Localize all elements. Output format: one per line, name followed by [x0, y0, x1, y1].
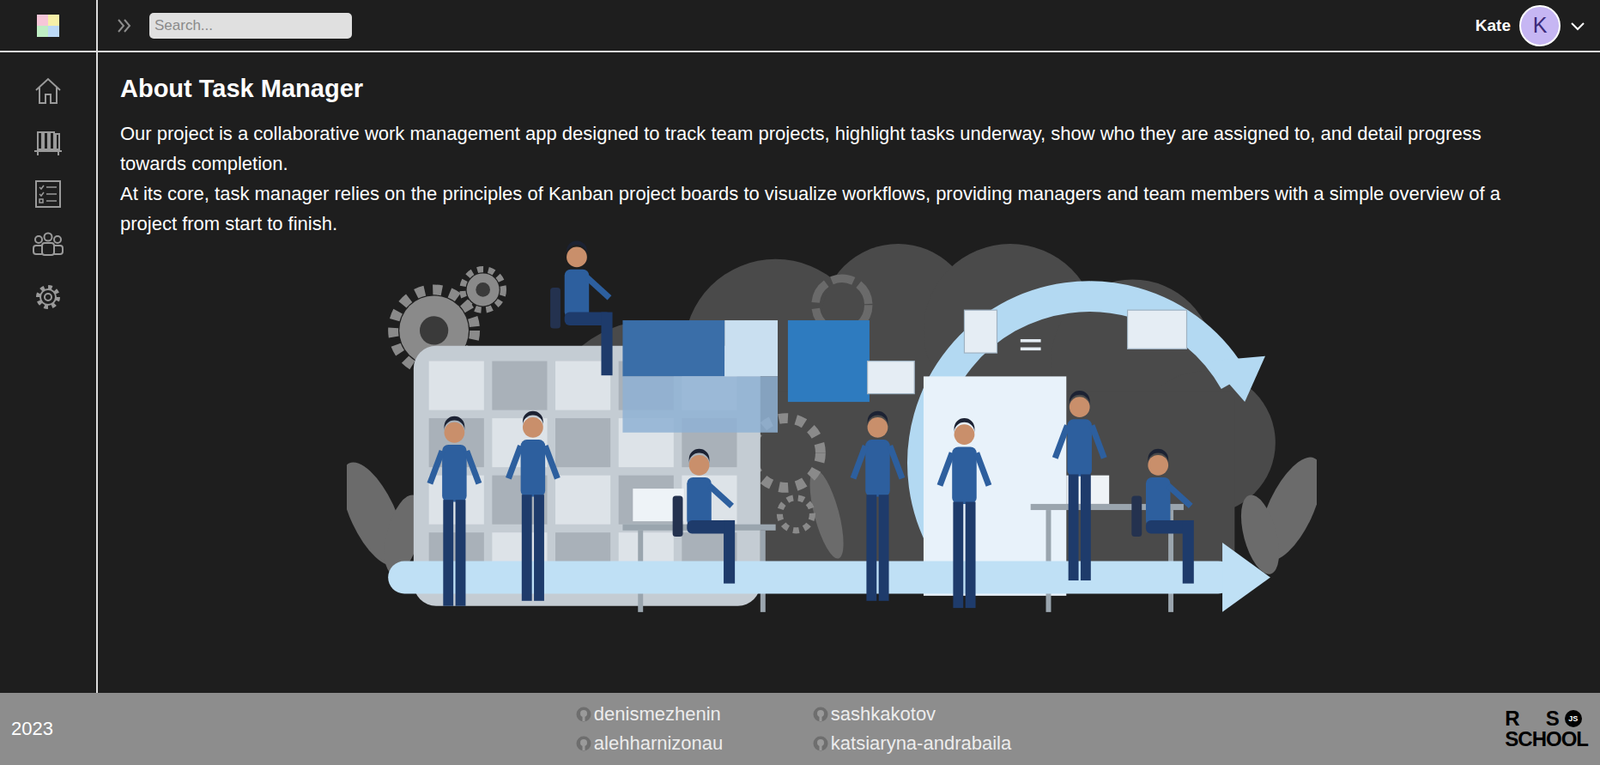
about-paragraph: At its core, task manager relies on the …	[120, 178, 1520, 239]
footer-year: 2023	[11, 717, 594, 740]
github-link[interactable]: alehharnizonau	[575, 732, 813, 755]
seated-person-figure	[550, 240, 613, 376]
person-figure	[853, 411, 903, 601]
user-name: Kate	[1475, 16, 1511, 36]
teamwork-illustration	[346, 238, 1317, 619]
contributor-name: katsiaryna-andrabaila	[830, 732, 1012, 755]
contributor-name: sashkakotov	[830, 703, 936, 726]
github-icon	[575, 706, 592, 722]
illustration-area	[120, 238, 1578, 619]
app-logo-icon[interactable]	[36, 13, 61, 38]
blue-panels	[622, 320, 870, 433]
github-icon	[575, 735, 592, 752]
page-title: About Task Manager	[120, 74, 1578, 104]
top-bar: Kate K	[0, 0, 1600, 53]
screen-cards	[867, 309, 1188, 394]
bookshelf-icon[interactable]	[32, 127, 64, 158]
about-content: About Task Manager Our project is a colla…	[97, 52, 1600, 693]
team-icon[interactable]	[31, 230, 65, 261]
sidebar	[0, 52, 98, 693]
seated-person-figure	[1131, 448, 1194, 584]
floor-arrow	[387, 542, 1271, 613]
contributor-name: denismezhenin	[593, 703, 722, 726]
person-figure	[430, 416, 479, 607]
seated-person-figure	[672, 448, 735, 584]
rs-school-logo[interactable]: R SJSSCHOOL	[1504, 708, 1594, 750]
gear-icon[interactable]	[32, 281, 64, 313]
github-icon	[812, 735, 829, 752]
contributors-list: denismezhenin sashkakotov alehharnizonau ka…	[575, 703, 1012, 755]
logo-cell	[0, 0, 98, 51]
rs-logo-letter: R	[1504, 708, 1520, 729]
contributor-name: alehharnizonau	[593, 732, 723, 755]
background-cloud	[540, 243, 1275, 565]
footer: 2023denismezhenin sashkakotov alehharnizon…	[0, 692, 1600, 765]
search-input[interactable]	[149, 12, 352, 39]
about-paragraph: Our project is a collaborative work mana…	[120, 118, 1520, 179]
task-manager-app: Kate K About Task Manager Our project is a …	[0, 0, 1600, 765]
person-figure	[508, 411, 558, 601]
user-avatar[interactable]: K	[1519, 5, 1561, 47]
rs-logo-letter: S	[1545, 708, 1560, 729]
person-figure	[1054, 390, 1104, 581]
checklist-icon[interactable]	[32, 178, 64, 210]
expand-chevrons-icon[interactable]	[115, 16, 134, 36]
about-text: Our project is a collaborative work mana…	[120, 118, 1520, 239]
github-link[interactable]: katsiaryna-andrabaila	[812, 732, 1012, 755]
top-bar-main: Kate K	[97, 0, 1600, 51]
home-icon[interactable]	[32, 75, 64, 107]
person-figure	[939, 418, 989, 608]
rs-logo-bottom: SCHOOL	[1504, 728, 1588, 750]
github-link[interactable]: sashkakotov	[812, 703, 1012, 726]
chevron-down-icon[interactable]	[1569, 17, 1587, 35]
user-menu[interactable]: Kate K	[1475, 5, 1587, 47]
js-badge: JS	[1564, 709, 1582, 728]
github-icon	[812, 706, 829, 722]
rs-logo-top: R SJS	[1504, 708, 1588, 729]
body-area: About Task Manager Our project is a colla…	[0, 52, 1600, 693]
github-link[interactable]: denismezhenin	[575, 703, 813, 726]
